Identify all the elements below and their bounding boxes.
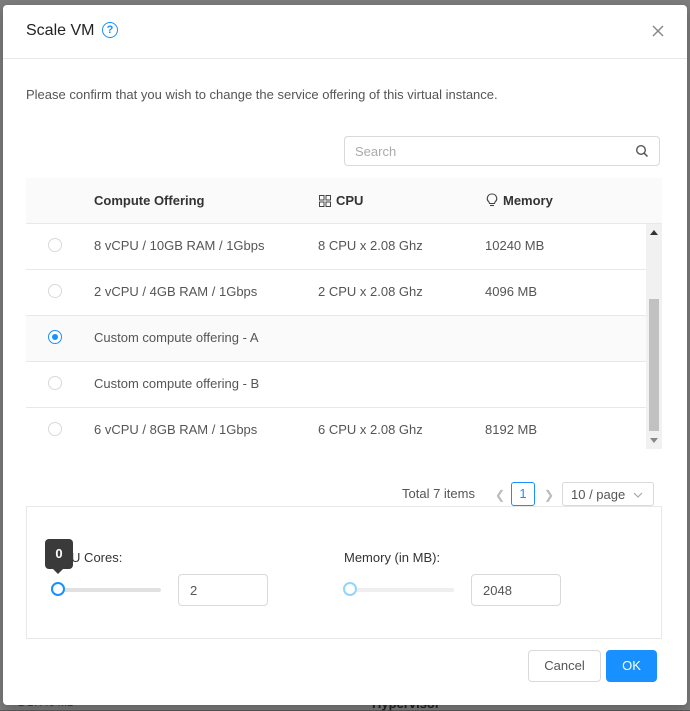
close-icon[interactable]	[648, 21, 668, 41]
cpu-cores-input[interactable]: 2	[178, 574, 268, 606]
column-header-cpu: CPU	[336, 193, 364, 208]
confirm-message: Please confirm that you wish to change t…	[26, 87, 498, 102]
custom-offering-panel: CPU Cores: 0 2 Memory (in MB): 2048	[26, 506, 662, 639]
table-row[interactable]: Custom compute offering - A	[26, 316, 646, 362]
search-input[interactable]	[355, 143, 625, 159]
scale-vm-dialog: Scale VM ? Please confirm that you wish …	[3, 5, 687, 705]
chevron-left-icon[interactable]: ❮	[495, 488, 505, 502]
scroll-down-arrow-icon[interactable]	[650, 438, 658, 443]
chevron-down-icon	[633, 488, 643, 498]
column-header-offering: Compute Offering	[94, 193, 205, 208]
cancel-button[interactable]: Cancel	[528, 650, 601, 682]
offering-memory: 10240 MB	[485, 238, 545, 253]
question-circle-icon[interactable]: ?	[102, 22, 118, 38]
search-box[interactable]	[344, 136, 660, 166]
table-row[interactable]: 2 vCPU / 4GB RAM / 1Gbps 2 CPU x 2.08 Gh…	[26, 270, 646, 316]
memory-value: 2048	[483, 583, 512, 598]
appstore-icon	[319, 194, 331, 207]
memory-slider-handle[interactable]	[343, 582, 357, 596]
scroll-thumb[interactable]	[649, 299, 659, 431]
table-header: Compute Offering CPU Memory	[26, 178, 662, 224]
offering-radio[interactable]	[48, 284, 62, 298]
memory-slider-track[interactable]	[344, 588, 454, 592]
pagination-total: Total 7 items	[402, 486, 475, 501]
offering-memory: 4096 MB	[485, 284, 538, 299]
cpu-cores-slider-handle[interactable]	[51, 582, 65, 596]
cpu-cores-slider-tooltip: 0	[45, 539, 73, 574]
offering-radio[interactable]	[48, 422, 62, 436]
offering-cpu: 6 CPU x 2.08 Ghz	[318, 422, 423, 437]
column-header-memory: Memory	[503, 193, 553, 208]
offering-table-body: 8 vCPU / 10GB RAM / 1Gbps 8 CPU x 2.08 G…	[26, 224, 662, 449]
memory-input[interactable]: 2048	[471, 574, 561, 606]
offering-name: Custom compute offering - A	[94, 330, 259, 345]
dialog-title: Scale VM	[26, 22, 95, 39]
offering-radio-selected[interactable]	[48, 330, 62, 344]
table-scrollbar[interactable]	[646, 224, 662, 449]
page-size-select[interactable]: 10 / page	[562, 482, 654, 506]
offering-name: Custom compute offering - B	[94, 376, 260, 391]
offering-radio[interactable]	[48, 238, 62, 252]
page-size-value: 10 / page	[571, 487, 626, 502]
offering-name: 2 vCPU / 4GB RAM / 1Gbps	[94, 284, 258, 299]
offering-name: 8 vCPU / 10GB RAM / 1Gbps	[94, 238, 265, 253]
scroll-up-arrow-icon[interactable]	[650, 230, 658, 235]
table-row[interactable]: 6 vCPU / 8GB RAM / 1Gbps 6 CPU x 2.08 Gh…	[26, 408, 646, 449]
ok-button[interactable]: OK	[606, 650, 657, 682]
memory-label: Memory (in MB):	[344, 550, 441, 565]
offering-radio[interactable]	[48, 376, 62, 390]
cpu-cores-slider-track[interactable]	[51, 588, 161, 592]
offering-name: 6 vCPU / 8GB RAM / 1Gbps	[94, 422, 258, 437]
cpu-cores-value: 2	[190, 583, 198, 598]
offering-cpu: 2 CPU x 2.08 Ghz	[318, 284, 423, 299]
pagination-page-1[interactable]: 1	[511, 482, 535, 506]
table-row[interactable]: Custom compute offering - B	[26, 362, 646, 408]
search-icon[interactable]	[635, 144, 649, 158]
table-row[interactable]: 8 vCPU / 10GB RAM / 1Gbps 8 CPU x 2.08 G…	[26, 224, 646, 270]
chevron-right-icon[interactable]: ❯	[544, 488, 554, 502]
dialog-header: Scale VM ?	[3, 5, 687, 59]
bulb-icon	[486, 193, 498, 207]
offering-cpu: 8 CPU x 2.08 Ghz	[318, 238, 423, 253]
offering-memory: 8192 MB	[485, 422, 538, 437]
